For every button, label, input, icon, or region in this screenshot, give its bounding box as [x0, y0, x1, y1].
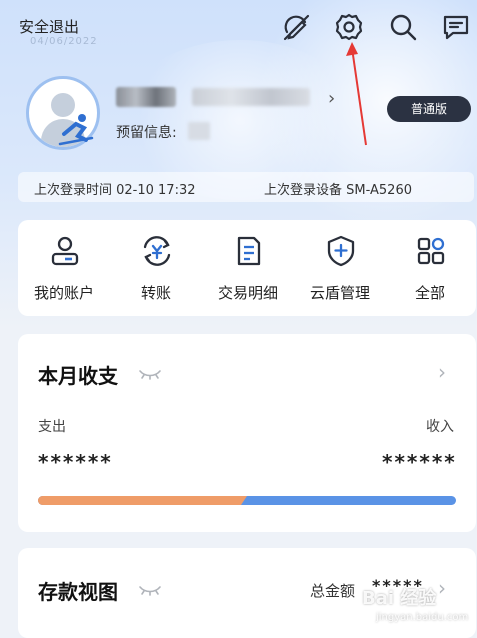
transaction-detail-icon [237, 236, 261, 266]
monthly-summary-title: 本月收支 [38, 364, 118, 388]
top-bar: 安全退出 04/06/2022 [0, 0, 477, 56]
monthly-summary-chevron-icon[interactable]: › [438, 360, 446, 384]
quick-action-all[interactable]: 全部 [384, 220, 476, 316]
red-arrow-annotation [346, 42, 367, 146]
quick-action-label: 全部 [414, 284, 445, 302]
expense-income-progress [38, 496, 456, 505]
quick-action-label: 云盾管理 [309, 284, 370, 302]
quick-actions-panel: 我的账户 转账 交易明细 云盾管理 全部 [18, 220, 476, 316]
reserved-info-label: 预留信息: [116, 125, 177, 141]
last-login-time: 上次登录时间 02-10 17:32 [34, 183, 196, 198]
grid-icon [417, 237, 445, 265]
quick-action-my-account[interactable]: 我的账户 [18, 220, 110, 316]
monthly-summary-card: 本月收支 › 支出 收入 ****** ****** [18, 334, 476, 532]
logout-button[interactable]: 安全退出 [19, 16, 79, 37]
hide-eye-icon[interactable] [138, 583, 162, 597]
hide-eye-icon[interactable] [138, 367, 162, 381]
login-info-bar: 上次登录时间 02-10 17:32 上次登录设备 SM-A5260 [18, 172, 474, 202]
income-value: ****** [382, 450, 457, 474]
deposit-view-title: 存款视图 [38, 580, 118, 604]
profile-chevron-icon[interactable]: › [328, 88, 335, 109]
shield-icon [327, 235, 355, 267]
expense-value: ****** [38, 450, 113, 474]
account-icon [51, 236, 79, 266]
no-edit-icon[interactable] [281, 12, 311, 42]
message-icon[interactable] [441, 12, 471, 42]
tier-button[interactable]: 普通版 [387, 96, 471, 122]
total-amount-label: 总金额 [310, 582, 356, 600]
baidu-watermark-url: jingyan.baidu.com [376, 612, 469, 623]
quick-action-transfer[interactable]: 转账 [110, 220, 202, 316]
baidu-watermark: Bai 经验 [362, 588, 437, 609]
transfer-icon [143, 236, 171, 266]
quick-action-label: 我的账户 [33, 284, 94, 302]
quick-action-shield-management[interactable]: 云盾管理 [294, 220, 386, 316]
expense-progress-fill [38, 496, 247, 505]
expense-label: 支出 [38, 419, 66, 435]
quick-action-label: 转账 [140, 284, 171, 302]
deposit-view-chevron-icon[interactable]: › [438, 576, 446, 600]
gear-icon[interactable] [334, 12, 364, 42]
account-redacted [192, 88, 310, 106]
username-redacted [116, 87, 176, 107]
quick-action-transaction-detail[interactable]: 交易明细 [202, 220, 294, 316]
search-icon[interactable] [388, 12, 418, 42]
quick-action-label: 交易明细 [217, 284, 278, 302]
skier-badge-icon [58, 114, 94, 146]
last-login-device: 上次登录设备 SM-A5260 [264, 183, 412, 198]
income-label: 收入 [426, 419, 454, 435]
reserved-info-redacted [188, 122, 210, 140]
background-date: 04/06/2022 [30, 36, 98, 47]
